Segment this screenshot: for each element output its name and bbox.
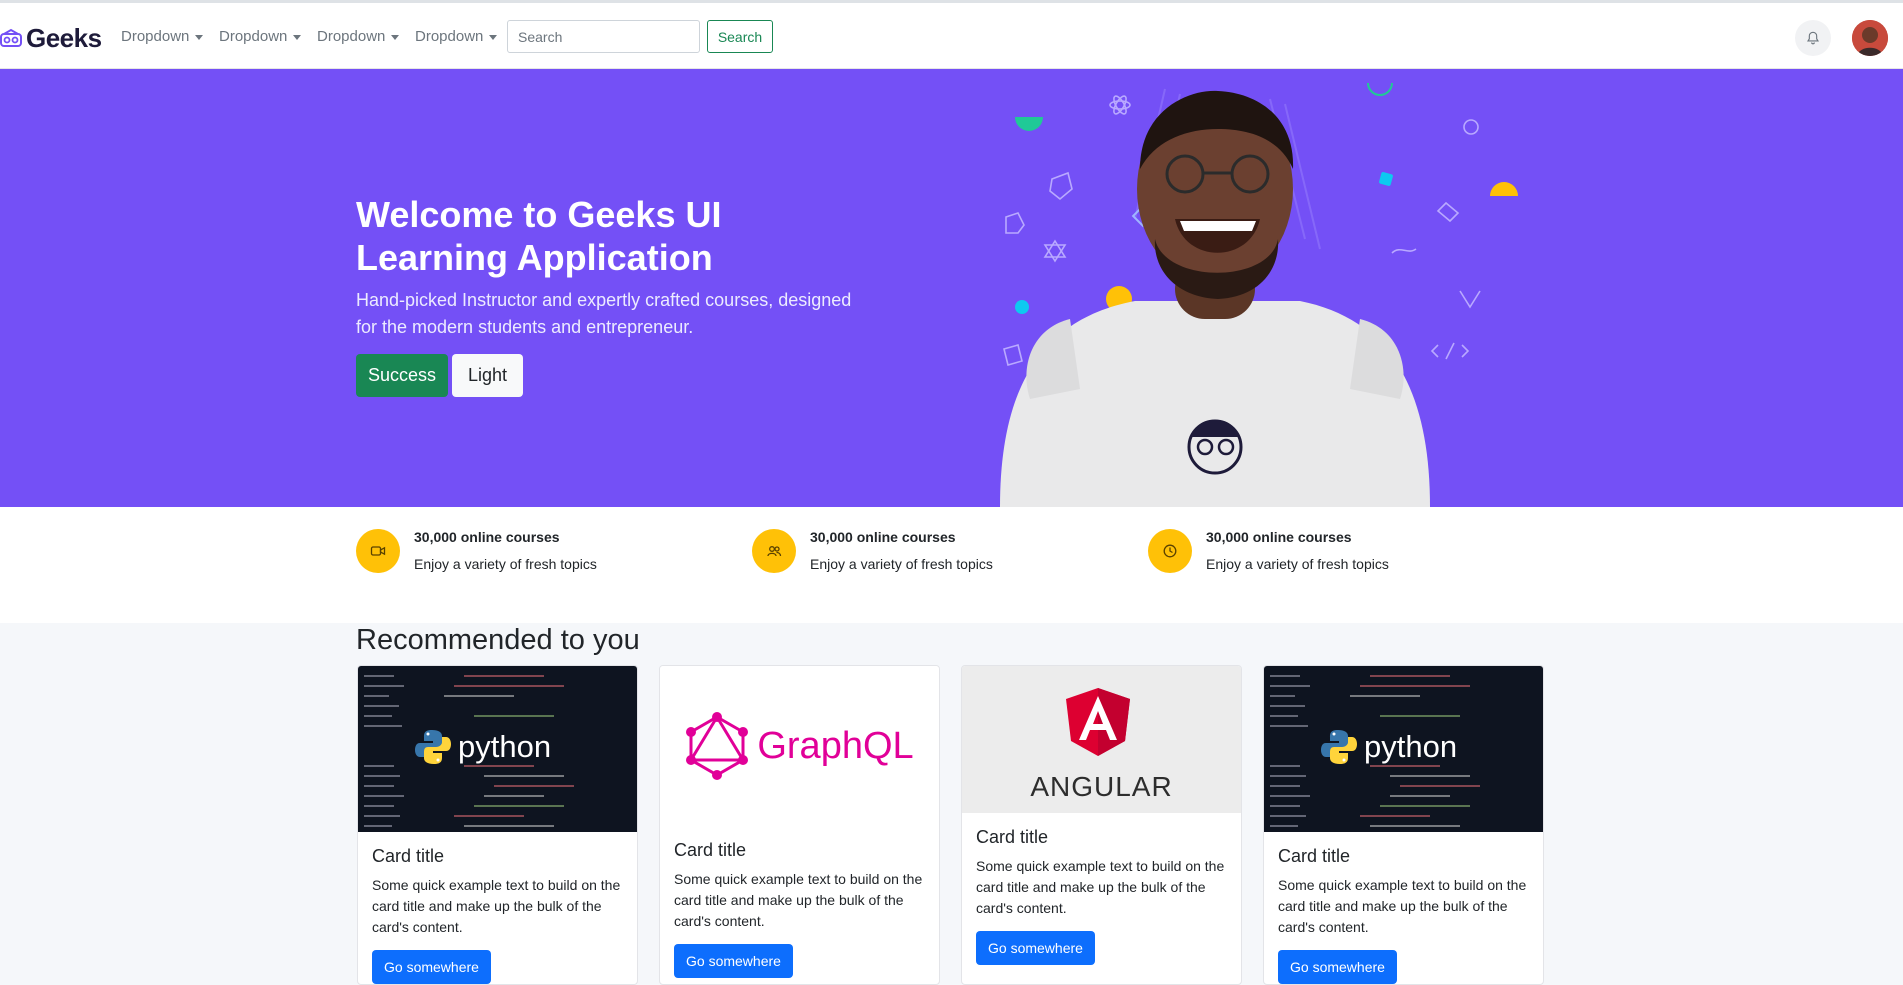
shirt-logo-icon [1187, 419, 1243, 475]
hero-subtitle: Hand-picked Instructor and expertly craf… [356, 290, 852, 337]
card-body: Card title Some quick example text to bu… [358, 846, 637, 984]
recommended-heading: Recommended to you [356, 624, 640, 656]
users-icon [767, 546, 782, 557]
nav-dropdown-4[interactable]: Dropdown [415, 28, 498, 45]
python-logo: python [1320, 728, 1457, 766]
dropdown-label: Dropdown [415, 28, 484, 45]
caret-down-icon [489, 34, 498, 40]
user-avatar[interactable] [1852, 20, 1888, 56]
python-logo: python [414, 728, 551, 766]
search-button[interactable]: Search [707, 20, 773, 53]
python-logo-text: python [1364, 729, 1458, 764]
card-text: Some quick example text to build on the … [1278, 877, 1527, 935]
card-text: Some quick example text to build on the … [372, 877, 621, 935]
success-button[interactable]: Success [356, 354, 448, 397]
graphql-icon [686, 712, 749, 780]
hero-section: Welcome to Geeks UI Learning Application… [0, 69, 1903, 507]
card-title: Card title [976, 827, 1049, 847]
nav-dropdown-1[interactable]: Dropdown [121, 28, 204, 45]
python-icon [415, 730, 451, 764]
card-body: Card title Some quick example text to bu… [660, 840, 939, 978]
feature-subtitle: Enjoy a variety of fresh topics [810, 556, 993, 572]
graphql-logo-text: GraphQL [757, 724, 914, 767]
hero-title: Welcome to Geeks UI Learning Application [356, 194, 722, 278]
course-card: python Card title Some quick example tex… [1263, 665, 1544, 985]
caret-down-icon [391, 34, 400, 40]
go-somewhere-button[interactable]: Go somewhere [1278, 950, 1397, 984]
caret-down-icon [293, 34, 302, 40]
bell-icon [1807, 31, 1819, 45]
feature-icon-badge [1148, 529, 1192, 573]
go-somewhere-button[interactable]: Go somewhere [976, 931, 1095, 965]
card-title: Card title [674, 840, 747, 860]
hero-illustration [1000, 82, 1518, 507]
video-icon [370, 546, 386, 556]
angular-shield-icon [1066, 688, 1130, 756]
dropdown-label: Dropdown [317, 28, 386, 45]
graphql-course-image[interactable]: GraphQL [660, 666, 939, 826]
go-somewhere-button[interactable]: Go somewhere [372, 950, 491, 984]
clock-icon [1163, 544, 1177, 558]
feature-icon-badge [752, 529, 796, 573]
brand-logo-link[interactable]: Geeks [0, 23, 102, 54]
angular-course-image[interactable]: ANGULAR [962, 666, 1241, 813]
dropdown-label: Dropdown [219, 28, 288, 45]
card-title: Card title [1278, 846, 1351, 866]
nav-dropdown-2[interactable]: Dropdown [219, 28, 302, 45]
angular-logo-text: ANGULAR [1030, 771, 1173, 802]
search-input[interactable] [507, 20, 700, 53]
light-button[interactable]: Light [452, 354, 523, 397]
card-body: Card title Some quick example text to bu… [1264, 846, 1543, 984]
feature-icon-badge [356, 529, 400, 573]
notifications-button[interactable] [1795, 20, 1831, 56]
avatar-image [1852, 20, 1888, 56]
feature-title: 30,000 online courses [1206, 529, 1352, 545]
course-card: python Card title Some quick example tex… [357, 665, 638, 985]
feature-subtitle: Enjoy a variety of fresh topics [1206, 556, 1389, 572]
card-text: Some quick example text to build on the … [674, 871, 923, 929]
features-strip: 30,000 online courses Enjoy a variety of… [0, 507, 1903, 623]
python-logo-text: python [458, 729, 552, 764]
course-card: GraphQL Card title Some quick example te… [659, 665, 940, 985]
geeks-logo-icon [0, 28, 22, 47]
python-course-image[interactable]: python [1264, 666, 1543, 832]
top-navbar: Geeks Dropdown Dropdown Dropdown Dropdow… [0, 3, 1903, 69]
feature-subtitle: Enjoy a variety of fresh topics [414, 556, 597, 572]
python-course-image[interactable]: python [358, 666, 637, 832]
card-text: Some quick example text to build on the … [976, 858, 1225, 916]
card-body: Card title Some quick example text to bu… [962, 827, 1241, 965]
brand-name: Geeks [26, 23, 102, 53]
caret-down-icon [195, 34, 204, 40]
nav-dropdown-3[interactable]: Dropdown [317, 28, 400, 45]
card-title: Card title [372, 846, 445, 866]
feature-title: 30,000 online courses [414, 529, 560, 545]
course-card: ANGULAR Card title Some quick example te… [961, 665, 1242, 985]
python-icon [1321, 730, 1357, 764]
dropdown-label: Dropdown [121, 28, 190, 45]
feature-title: 30,000 online courses [810, 529, 956, 545]
